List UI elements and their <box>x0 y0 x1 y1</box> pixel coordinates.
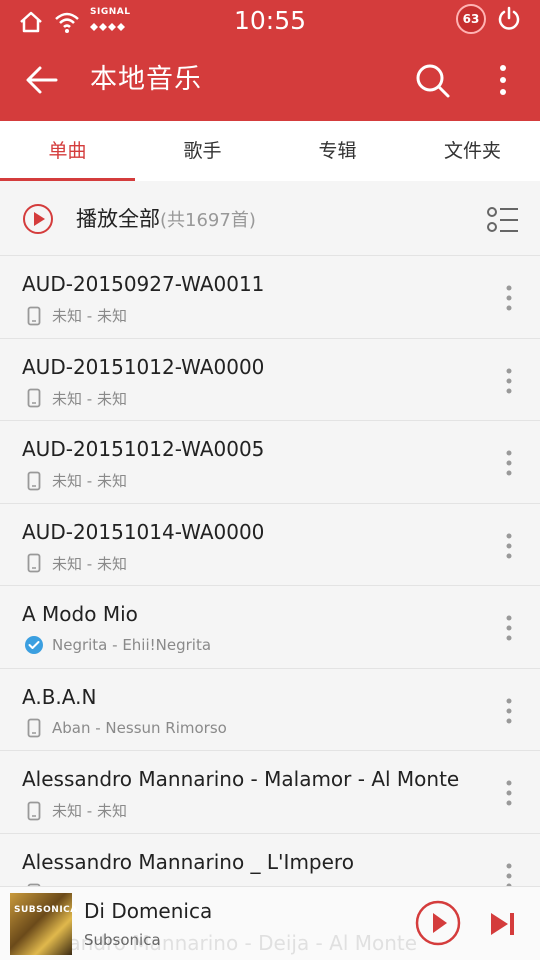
play-all-bar[interactable]: 播放全部(共1697首) <box>0 181 540 256</box>
song-subtitle-row: 未知 - 未知 <box>24 388 127 409</box>
mini-player[interactable]: Alessandro Mannarino - Deija - Al Monte … <box>0 886 540 960</box>
ghost-song-text: Alessandro Mannarino - Deija - Al Monte <box>16 931 418 955</box>
tab-folders[interactable]: 文件夹 <box>405 121 540 181</box>
song-title: AUD-20151012-WA0005 <box>22 437 265 461</box>
list-item[interactable]: A.B.A.N Aban - Nessun Rimorso <box>0 668 540 751</box>
status-bar: SIGNAL 10:55 63 <box>0 0 540 40</box>
play-circle-icon[interactable] <box>22 203 54 235</box>
song-subtitle: 未知 - 未知 <box>52 554 127 573</box>
song-subtitle-row: Negrita - Ehii!Negrita <box>24 635 211 655</box>
tab-songs[interactable]: 单曲 <box>0 121 135 181</box>
more-vert-icon[interactable] <box>504 614 514 642</box>
song-subtitle-row: 未知 - 未知 <box>24 470 127 491</box>
song-title: A.B.A.N <box>22 684 97 709</box>
more-vert-icon[interactable] <box>504 532 514 560</box>
list-item[interactable]: Alessandro Mannarino - Malamor - Al Mont… <box>0 751 540 834</box>
toolbar: 本地音乐 <box>0 40 540 121</box>
song-title: AUD-20151014-WA0000 <box>22 519 265 544</box>
phone-icon <box>24 388 44 408</box>
song-title: Alessandro Mannarino _ L'Impero <box>22 849 354 874</box>
song-subtitle: Negrita - Ehii!Negrita <box>52 636 212 654</box>
song-subtitle-row: 未知 - 未知 <box>24 305 127 326</box>
play-icon[interactable] <box>414 899 462 947</box>
song-title: A Modo Mio <box>22 602 138 626</box>
song-subtitle-row: 未知 - 未知 <box>24 553 127 574</box>
song-subtitle-row: 未知 - 未知 <box>24 800 127 821</box>
search-icon[interactable] <box>412 60 452 100</box>
back-arrow-icon[interactable] <box>22 60 62 100</box>
phone-icon <box>24 553 44 573</box>
song-title: AUD-20150927-WA0011 <box>22 272 265 296</box>
song-subtitle: 未知 - 未知 <box>52 802 127 820</box>
song-count: (共1697首) <box>160 210 256 231</box>
heart-badge-icon: 63 <box>456 4 486 34</box>
list-select-icon[interactable] <box>486 205 520 235</box>
list-item[interactable]: A Modo Mio Negrita - Ehii!Negrita <box>0 586 540 669</box>
list-item[interactable]: AUD-20151012-WA0000 未知 - 未知 <box>0 338 540 421</box>
more-vert-icon[interactable] <box>504 367 514 395</box>
list-item[interactable]: AUD-20151014-WA0000 未知 - 未知 <box>0 503 540 586</box>
song-subtitle: 未知 - 未知 <box>52 389 127 408</box>
list-item[interactable]: AUD-20151012-WA0005 未知 - 未知 <box>0 421 540 504</box>
album-art[interactable]: SUBSONICA <box>10 893 77 955</box>
app-header: SIGNAL 10:55 63 本地音乐 <box>0 0 540 121</box>
play-all-label[interactable]: 播放全部(共1697首) <box>76 203 256 237</box>
song-list: AUD-20150927-WA0011 未知 - 未知 AUD-20151012… <box>0 256 540 916</box>
now-playing-artist: Subsonica <box>84 931 161 949</box>
tab-artists[interactable]: 歌手 <box>135 121 270 181</box>
album-art-label: SUBSONICA <box>14 905 78 915</box>
song-subtitle-row: Aban - Nessun Rimorso <box>24 718 227 738</box>
power-icon <box>498 6 520 30</box>
more-vert-icon[interactable] <box>504 779 514 807</box>
status-right-icons: 63 <box>456 4 522 34</box>
check-circle-icon <box>24 635 44 655</box>
song-subtitle: Aban - Nessun Rimorso <box>52 718 227 737</box>
page-title: 本地音乐 <box>90 64 202 95</box>
phone-icon <box>24 306 44 326</box>
tab-albums[interactable]: 专辑 <box>270 121 405 181</box>
song-subtitle: 未知 - 未知 <box>52 307 127 325</box>
more-vert-icon[interactable] <box>504 284 514 312</box>
more-vert-icon[interactable] <box>504 449 514 477</box>
skip-next-icon[interactable] <box>488 909 518 939</box>
more-vert-icon[interactable] <box>504 697 514 725</box>
song-subtitle: 未知 - 未知 <box>52 472 127 490</box>
phone-icon <box>24 801 44 821</box>
more-vert-icon[interactable] <box>488 60 518 100</box>
tab-bar: 单曲 歌手 专辑 文件夹 <box>0 121 540 181</box>
now-playing-title: Di Domenica <box>84 899 213 923</box>
play-all-text: 播放全部 <box>76 207 160 231</box>
song-title: AUD-20151012-WA0000 <box>22 354 265 379</box>
song-title: Alessandro Mannarino - Malamor - Al Mont… <box>22 767 460 791</box>
list-item[interactable]: AUD-20150927-WA0011 未知 - 未知 <box>0 256 540 339</box>
phone-icon <box>24 718 44 738</box>
phone-icon <box>24 471 44 491</box>
